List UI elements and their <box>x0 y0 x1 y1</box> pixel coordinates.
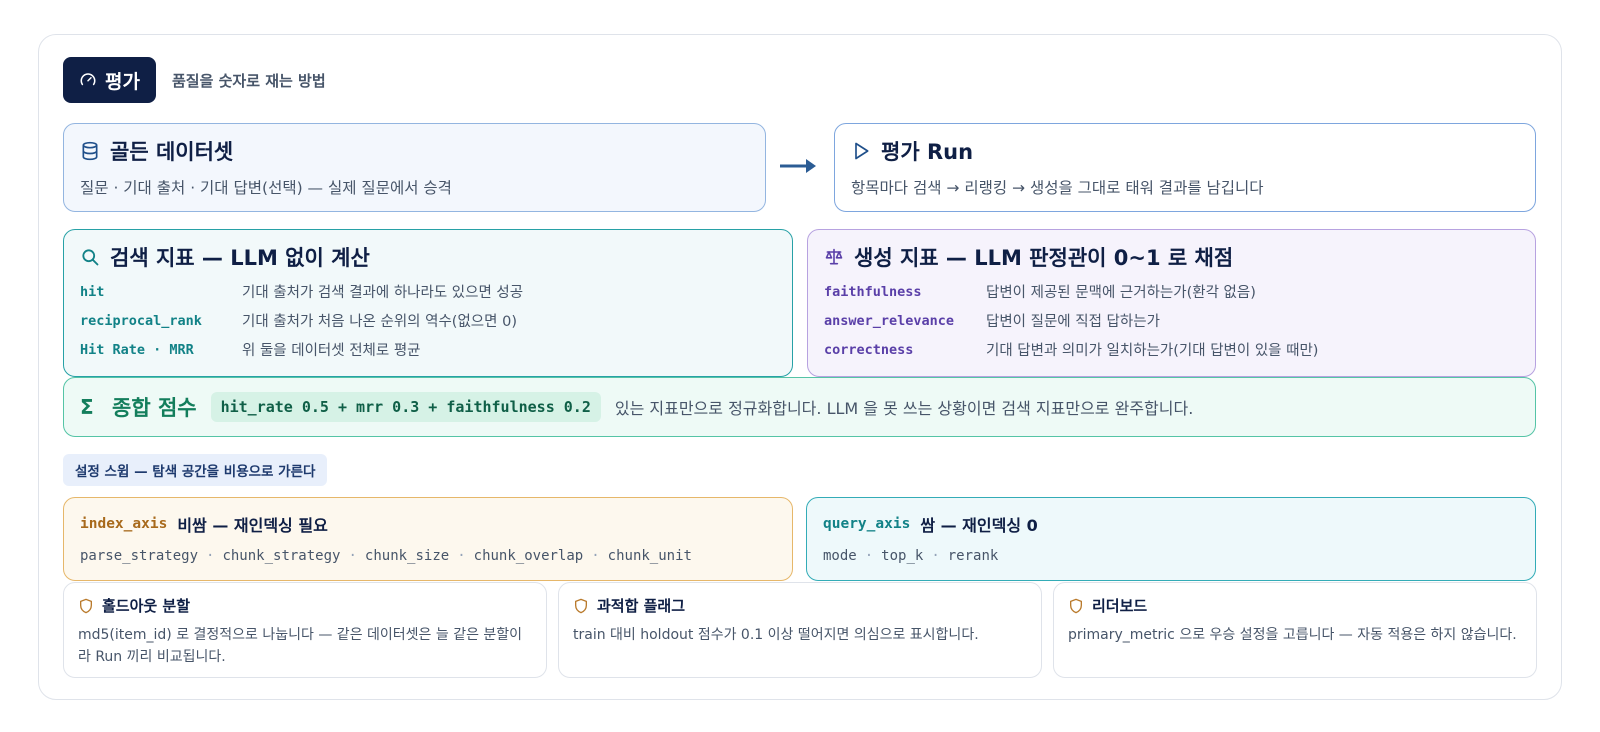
metric-row: answer_relevance 답변이 질문에 직접 답하는가 <box>824 311 1519 331</box>
metric-desc: 위 둘을 데이터셋 전체로 평균 <box>242 343 421 359</box>
database-icon <box>82 141 98 161</box>
metric-key: hit <box>80 283 105 300</box>
index-axis-params: parse_strategy · chunk_strategy · chunk_si… <box>80 548 692 564</box>
play-icon <box>855 142 869 160</box>
metric-row: faithfulness 답변이 제공된 문맥에 근거하는가(환각 없음) <box>824 282 1519 302</box>
query-axis-card: query_axis 쌈 — 재인덱싱 0 mode · top_k · reran… <box>806 497 1536 581</box>
param-item: chunk_strategy <box>222 548 341 564</box>
metric-desc: 기대 출처가 검색 결과에 하나라도 있으면 성공 <box>242 285 524 301</box>
feature-desc: primary_metric 으로 우승 설정을 고릅니다 — 자동 적용은 하… <box>1068 627 1517 643</box>
sweep-label: 설정 스윕 — 탐색 공간을 비용으로 가른다 <box>63 454 328 486</box>
scale-icon <box>825 248 843 265</box>
retrieval-metrics-title: 검색 지표 — LLM 없이 계산 <box>110 246 370 270</box>
param-item: rerank <box>947 548 999 564</box>
param-item: parse_strategy <box>80 548 199 564</box>
search-icon <box>82 249 99 266</box>
index-axis-name: 비쌈 — 재인덱싱 필요 <box>177 516 328 535</box>
index-axis-card: index_axis 비쌈 — 재인덱싱 필요 parse_strategy · … <box>63 497 793 581</box>
eval-run-title: 평가 Run <box>881 140 974 164</box>
feature-title: 홀드아웃 분할 <box>102 597 191 615</box>
feature-title: 리더보드 <box>1092 597 1148 615</box>
eval-run-card: 평가 Run 항목마다 검색 → 리랭킹 → 생성을 그대로 태워 결과를 남깁… <box>834 123 1536 212</box>
feature-desc: train 대비 holdout 점수가 0.1 이상 떨어지면 의심으로 표시… <box>573 627 979 643</box>
metric-desc: 답변이 질문에 직접 답하는가 <box>986 314 1160 330</box>
sigma-icon: Σ <box>80 395 94 419</box>
shield-icon <box>1070 598 1082 613</box>
flow-arrow-icon <box>780 159 816 173</box>
metric-row: hit 기대 출처가 검색 결과에 하나라도 있으면 성공 <box>80 282 776 302</box>
feature-title: 과적합 플래그 <box>597 597 686 615</box>
param-item: chunk_unit <box>607 548 692 564</box>
section-header: 평가 품질을 숫자로 재는 방법 <box>63 57 326 103</box>
metric-key: faithfulness <box>824 283 922 300</box>
metric-desc: 답변이 제공된 문맥에 근거하는가(환각 없음) <box>986 285 1256 301</box>
golden-dataset-card: 골든 데이터셋 질문 · 기대 출처 · 기대 답변(선택) — 실제 질문에서… <box>63 123 766 212</box>
composite-score-desc: 있는 지표만으로 정규화합니다. LLM 을 못 쓰는 상황이면 검색 지표만으… <box>614 399 1194 418</box>
feature-card-leaderboard: 리더보드 primary_metric 으로 우승 설정을 고릅니다 — 자동 … <box>1053 582 1537 678</box>
eval-run-desc: 항목마다 검색 → 리랭킹 → 생성을 그대로 태워 결과를 남깁니다 <box>851 179 1264 197</box>
query-axis-name: 쌈 — 재인덱싱 0 <box>920 516 1038 535</box>
score-formula: hit_rate 0.5 + mrr 0.3 + faithfulness 0.… <box>210 392 601 422</box>
evaluation-badge: 평가 <box>63 57 156 103</box>
gauge-icon <box>80 73 96 86</box>
metric-key: Hit Rate · MRR <box>80 341 194 358</box>
feature-desc: md5(item_id) 로 결정적으로 나눕니다 — 같은 데이터셋은 늘 같… <box>78 627 523 665</box>
evaluation-badge-label: 평가 <box>105 70 140 93</box>
metric-key: reciprocal_rank <box>80 312 202 329</box>
metric-key: answer_relevance <box>824 312 955 329</box>
metric-desc: 기대 출처가 처음 나온 순위의 역수(없으면 0) <box>242 314 517 330</box>
generation-metrics-card: 생성 지표 — LLM 판정관이 0~1 로 채점 faithfulness 답… <box>807 229 1536 377</box>
index-axis-key: index_axis <box>80 516 168 532</box>
metric-desc: 기대 답변과 의미가 일치하는가(기대 답변이 있을 때만) <box>986 343 1319 359</box>
metric-row: reciprocal_rank 기대 출처가 처음 나온 순위의 역수(없으면 … <box>80 311 776 331</box>
feature-card-overfit: 과적합 플래그 train 대비 holdout 점수가 0.1 이상 떨어지면… <box>558 582 1042 678</box>
metric-row: correctness 기대 답변과 의미가 일치하는가(기대 답변이 있을 때… <box>824 340 1519 360</box>
header-subtitle: 품질을 숫자로 재는 방법 <box>171 71 326 90</box>
retrieval-metrics-card: 검색 지표 — LLM 없이 계산 hit 기대 출처가 검색 결과에 하나라도… <box>63 229 793 377</box>
query-axis-key: query_axis <box>823 516 911 532</box>
composite-score-card: Σ 종합 점수 hit_rate 0.5 + mrr 0.3 + faithfu… <box>63 377 1536 437</box>
param-item: top_k <box>881 548 924 564</box>
shield-icon <box>80 598 92 613</box>
query-axis-params: mode · top_k · rerank <box>823 548 999 564</box>
composite-score-title: 종합 점수 <box>112 396 197 420</box>
golden-dataset-title: 골든 데이터셋 <box>110 140 234 164</box>
golden-dataset-desc: 질문 · 기대 출처 · 기대 답변(선택) — 실제 질문에서 승격 <box>80 179 452 197</box>
shield-icon <box>575 598 587 613</box>
metric-key: correctness <box>824 341 914 358</box>
generation-metrics-title: 생성 지표 — LLM 판정관이 0~1 로 채점 <box>854 246 1234 270</box>
param-item: chunk_overlap <box>473 548 584 564</box>
param-item: mode <box>823 548 857 564</box>
metric-row: Hit Rate · MRR 위 둘을 데이터셋 전체로 평균 <box>80 340 776 360</box>
param-item: chunk_size <box>364 548 450 564</box>
feature-card-holdout: 홀드아웃 분할 md5(item_id) 로 결정적으로 나눕니다 — 같은 데… <box>63 582 547 678</box>
